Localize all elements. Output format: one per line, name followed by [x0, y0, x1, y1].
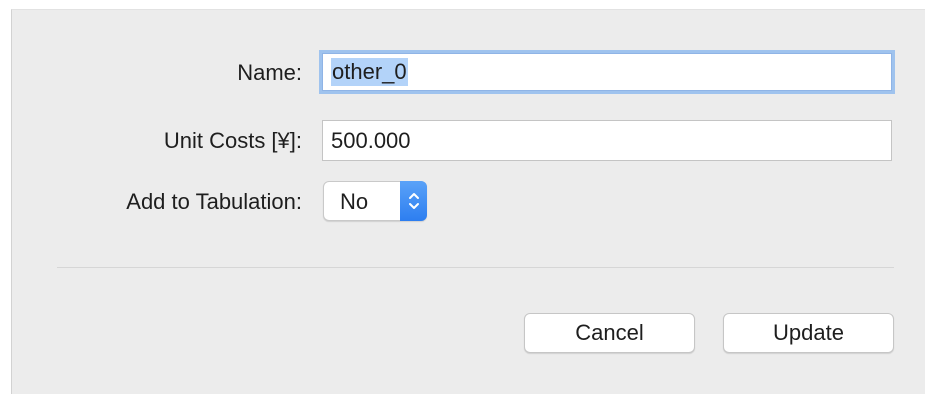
add-to-tabulation-label: Add to Tabulation: [126, 189, 302, 214]
chevron-up-down-icon [400, 181, 427, 221]
name-field-value: other_0 [331, 58, 408, 86]
name-label: Name: [237, 60, 302, 85]
add-to-tabulation-value: No [340, 189, 369, 214]
separator [57, 267, 894, 268]
add-to-tabulation-popup[interactable]: No [323, 181, 427, 221]
name-field[interactable]: other_0 [322, 53, 892, 91]
cancel-button[interactable]: Cancel [524, 313, 695, 353]
unit-costs-field-value: 500.000 [331, 127, 411, 153]
dialog: Name: other_0 Unit Costs [¥]: 500.000 Ad… [11, 9, 925, 394]
unit-costs-field[interactable]: 500.000 [322, 120, 892, 161]
update-button[interactable]: Update [723, 313, 894, 353]
unit-costs-label: Unit Costs [¥]: [163, 128, 302, 153]
